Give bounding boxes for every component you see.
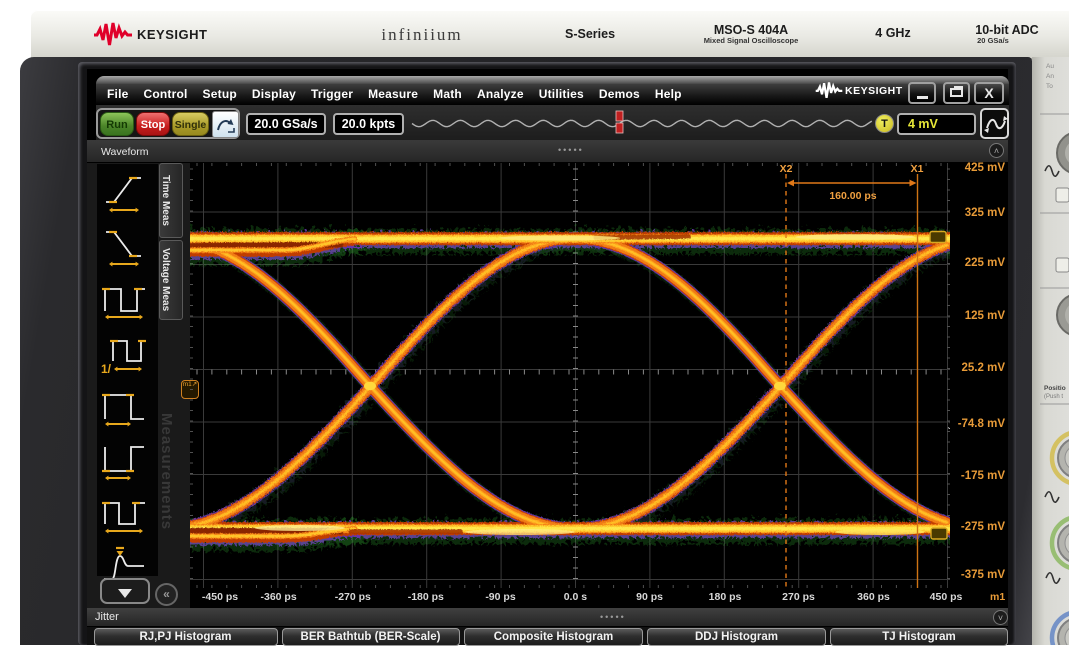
svg-text:160.00 ps: 160.00 ps: [829, 190, 876, 202]
svg-text:J: J: [948, 421, 953, 431]
svg-text:X2: X2: [780, 163, 793, 175]
svg-text:X1: X1: [911, 163, 924, 175]
